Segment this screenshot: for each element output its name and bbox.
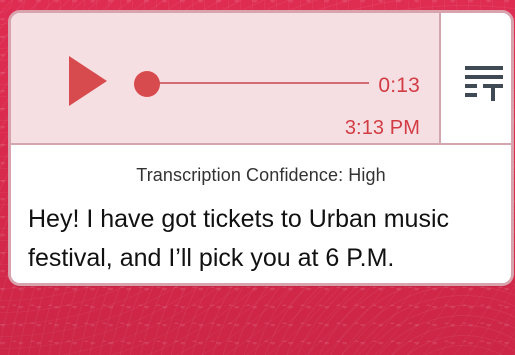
- transcribed-message: Hey! I have got tickets to Urban music f…: [28, 205, 450, 272]
- progress-thumb[interactable]: [134, 71, 160, 97]
- transcription-panel: Transcription Confidence: High Hey! I ha…: [11, 145, 511, 283]
- play-button[interactable]: [63, 56, 107, 106]
- transcript-icon: [465, 66, 503, 101]
- transcription-confidence: Transcription Confidence: High: [136, 165, 386, 185]
- play-icon: [69, 56, 107, 106]
- voice-message-card: 0:13 3:13 PM Transcription Confidence: H…: [8, 10, 514, 286]
- current-time: 0:13: [378, 74, 420, 97]
- progress-track[interactable]: [141, 82, 369, 84]
- audio-player: 0:13 3:13 PM: [11, 13, 511, 145]
- transcript-toggle-button[interactable]: [441, 13, 511, 143]
- message-timestamp: 3:13 PM: [344, 117, 420, 139]
- audio-player-main: 0:13 3:13 PM: [11, 13, 441, 143]
